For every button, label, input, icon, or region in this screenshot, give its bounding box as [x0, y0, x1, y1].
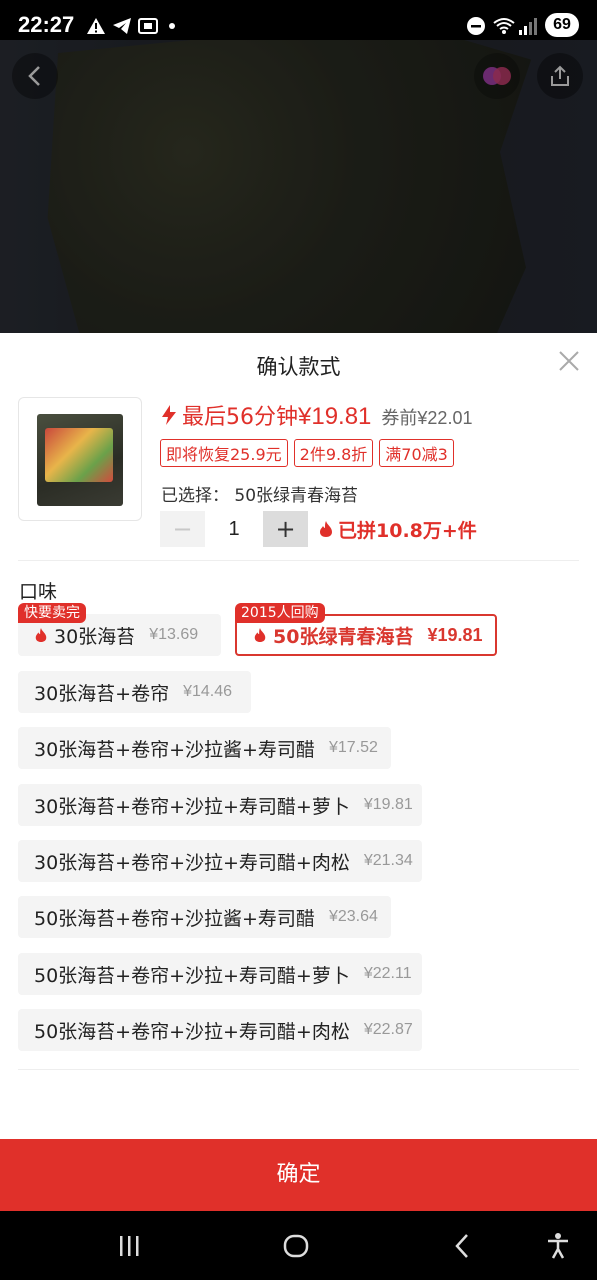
- promo-tags: 即将恢复25.9元 2件9.8折 满70减3: [160, 439, 454, 467]
- dot-icon: [168, 14, 176, 38]
- fire-icon: [320, 521, 332, 537]
- option-badge: 快要卖完: [18, 603, 86, 623]
- option-price: ¥22.87: [363, 1021, 413, 1038]
- option-name: 50张绿青春海苔: [273, 625, 414, 648]
- option-price: ¥19.81: [427, 624, 483, 645]
- back-button[interactable]: [12, 53, 58, 99]
- option-button[interactable]: 30张海苔+卷帘+沙拉+寿司醋+萝卜 ¥19.81: [18, 784, 422, 826]
- option-name: 50张海苔+卷帘+沙拉酱+寿司醋: [34, 907, 315, 930]
- price-row: 最后56分钟 ¥19.81 券前¥22.01: [160, 399, 472, 431]
- current-price: ¥19.81: [298, 403, 372, 430]
- promo-tag: 2件9.8折: [293, 439, 374, 467]
- option-price: ¥19.81: [363, 796, 413, 813]
- share-icon: [551, 65, 569, 86]
- status-time: 22:27: [18, 12, 75, 37]
- option-button[interactable]: 30张海苔+卷帘+沙拉+寿司醋+肉松 ¥21.34: [18, 840, 422, 882]
- increase-button[interactable]: +: [263, 511, 308, 547]
- home-icon: [283, 1234, 309, 1258]
- alert-icon: [86, 14, 106, 38]
- system-nav-bar: [0, 1211, 597, 1280]
- option-name: 30张海苔+卷帘+沙拉酱+寿司醋: [34, 738, 315, 761]
- option-name: 30张海苔: [54, 625, 136, 648]
- screenshot-icon: [138, 14, 158, 38]
- variant-selection-sheet: 确认款式 最后56分钟 ¥19.81 券前¥22.01 即将恢复25.9元 2件…: [0, 333, 597, 1211]
- chevron-left-icon: [28, 66, 40, 86]
- quantity-stepper: − 1 + 已拼10.8万+件: [160, 511, 477, 547]
- flavor-group-label: 口味: [19, 581, 58, 603]
- decrease-button[interactable]: −: [160, 511, 205, 547]
- divider: [18, 1069, 579, 1070]
- option-price: ¥23.64: [328, 908, 378, 925]
- option-price: ¥17.52: [328, 739, 378, 756]
- recent-apps-button[interactable]: [114, 1231, 144, 1261]
- battery-indicator: 69: [545, 13, 579, 37]
- lightning-icon: [160, 404, 178, 430]
- selected-variant-text: 已选择： 50张绿青春海苔: [161, 486, 359, 506]
- confirm-button[interactable]: 确定: [0, 1139, 597, 1211]
- home-button[interactable]: [281, 1231, 311, 1261]
- option-button[interactable]: 50张海苔+卷帘+沙拉+寿司醋+萝卜 ¥22.11: [18, 953, 422, 995]
- option-button[interactable]: 50张海苔+卷帘+沙拉酱+寿司醋 ¥23.64: [18, 896, 391, 938]
- option-name: 50张海苔+卷帘+沙拉+寿司醋+肉松: [34, 1020, 350, 1043]
- accessibility-button[interactable]: [543, 1231, 573, 1261]
- telegram-icon: [112, 14, 132, 38]
- option-button[interactable]: 30张海苔+卷帘 ¥14.46: [18, 671, 251, 713]
- option-price: ¥14.46: [183, 683, 233, 700]
- option-price: ¥21.34: [363, 852, 413, 869]
- product-thumbnail[interactable]: [18, 397, 142, 521]
- fire-icon: [253, 627, 267, 643]
- option-price: ¥22.11: [363, 965, 412, 982]
- share-button[interactable]: [537, 53, 583, 99]
- sheet-title: 确认款式: [256, 355, 341, 379]
- back-nav-button[interactable]: [448, 1231, 478, 1261]
- accessibility-icon: [548, 1233, 568, 1259]
- option-name: 30张海苔+卷帘+沙拉+寿司醋+萝卜: [34, 795, 350, 818]
- close-icon: [559, 351, 579, 371]
- back-icon: [455, 1234, 468, 1258]
- option-name: 50张海苔+卷帘+沙拉+寿司醋+萝卜: [34, 964, 350, 987]
- close-button[interactable]: [557, 349, 581, 373]
- countdown-label: 最后56分钟: [182, 405, 298, 430]
- fire-icon: [34, 627, 48, 643]
- product-hero-image: [0, 40, 597, 334]
- dnd-icon: [466, 14, 486, 38]
- option-price: ¥13.69: [149, 626, 199, 643]
- quantity-value[interactable]: 1: [205, 518, 263, 541]
- option-button[interactable]: 50张海苔+卷帘+沙拉+寿司醋+肉松 ¥22.87: [18, 1009, 422, 1051]
- group-buy-text: 已拼10.8万+件: [338, 519, 477, 542]
- pre-coupon-price: 券前¥22.01: [381, 408, 473, 428]
- option-badge: 2015人回购: [235, 603, 325, 623]
- option-name: 30张海苔+卷帘: [34, 682, 170, 705]
- brand-logo-icon: [483, 67, 511, 85]
- recent-apps-icon: [120, 1236, 139, 1256]
- promo-tag: 满70减3: [379, 439, 454, 467]
- signal-icon: [518, 14, 538, 38]
- wifi-icon: [492, 14, 516, 38]
- option-name: 30张海苔+卷帘+沙拉+寿司醋+肉松: [34, 851, 350, 874]
- promo-tag: 即将恢复25.9元: [160, 439, 288, 467]
- merchant-logo-button[interactable]: [474, 53, 520, 99]
- option-button[interactable]: 30张海苔+卷帘+沙拉酱+寿司醋 ¥17.52: [18, 727, 391, 769]
- divider: [18, 560, 579, 561]
- group-buy-count: 已拼10.8万+件: [318, 516, 477, 543]
